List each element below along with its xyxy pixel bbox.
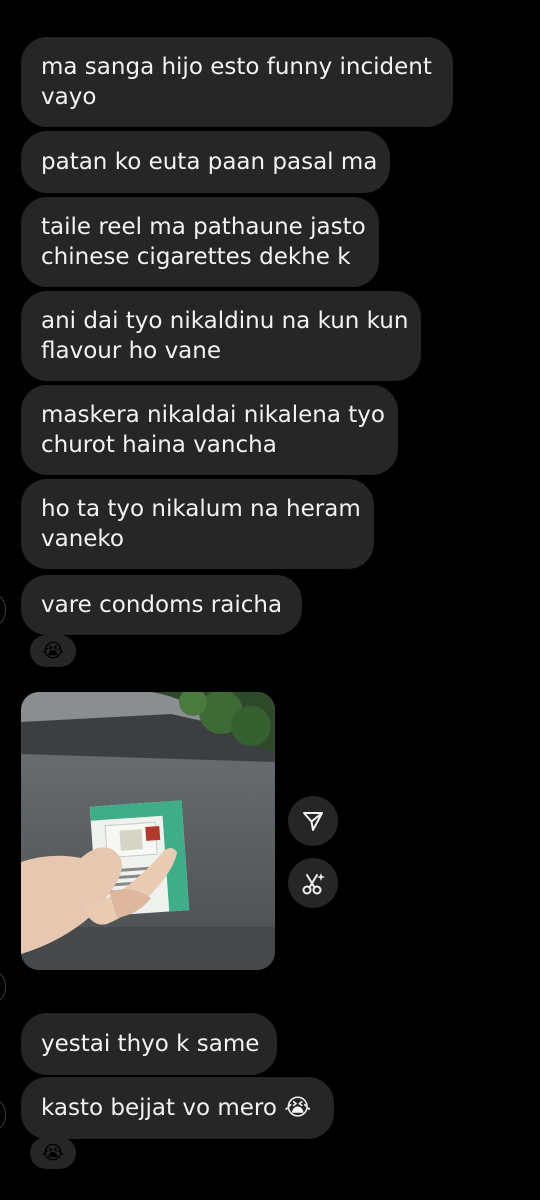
message-bubble[interactable]: patan ko euta paan pasal ma (21, 131, 390, 193)
message-text: vaneko (41, 526, 125, 552)
message-text: ho ta tyo nikalum na heram (41, 496, 361, 522)
message-text: patan ko euta paan pasal ma (41, 149, 378, 175)
message-bubble[interactable]: maskera nikaldai nikalena tyo churot hai… (21, 385, 398, 475)
message-text: ani dai tyo nikaldinu na kun kun (41, 308, 409, 334)
message-text: ma sanga hijo esto funny incident (41, 54, 432, 80)
message-bubble[interactable]: kasto bejjat vo mero 😭 (21, 1077, 334, 1139)
share-button[interactable] (288, 796, 338, 846)
message-text: flavour ho vane (41, 338, 222, 364)
message-text: chinese cigarettes dekhe k (41, 244, 351, 270)
crying-emoji: 😭 (41, 640, 65, 662)
photo-message[interactable] (21, 692, 275, 970)
message-text: taile reel ma pathaune jasto (41, 214, 366, 240)
message-bubble[interactable]: yestai thyo k same (21, 1013, 277, 1075)
avatar[interactable] (0, 1100, 6, 1130)
message-bubble[interactable]: vare condoms raicha (21, 575, 302, 635)
edit-photo-button[interactable] (288, 858, 338, 908)
message-text: maskera nikaldai nikalena tyo (41, 402, 385, 428)
message-text: vayo (41, 84, 97, 110)
reaction-badge[interactable]: 😭 (30, 1137, 76, 1169)
avatar[interactable] (0, 972, 6, 1002)
message-bubble[interactable]: taile reel ma pathaune jasto chinese cig… (21, 197, 379, 287)
message-bubble[interactable]: ho ta tyo nikalum na heram vaneko (21, 479, 374, 569)
message-text: churot haina vancha (41, 432, 277, 458)
reaction-badge[interactable]: 😭 (30, 635, 76, 667)
avatar[interactable] (0, 595, 6, 625)
send-icon (303, 812, 323, 831)
message-text: yestai thyo k same (41, 1031, 260, 1057)
message-bubble[interactable]: ani dai tyo nikaldinu na kun kun flavour… (21, 291, 421, 381)
message-bubble[interactable]: ma sanga hijo esto funny incident vayo (21, 37, 453, 127)
crying-emoji: 😭 (41, 1142, 65, 1164)
message-text: vare condoms raicha (41, 592, 283, 618)
sparkle-edit-icon (302, 873, 325, 895)
cigarette-pack-photo (21, 692, 275, 970)
message-text: kasto bejjat vo mero 😭 (41, 1095, 312, 1121)
